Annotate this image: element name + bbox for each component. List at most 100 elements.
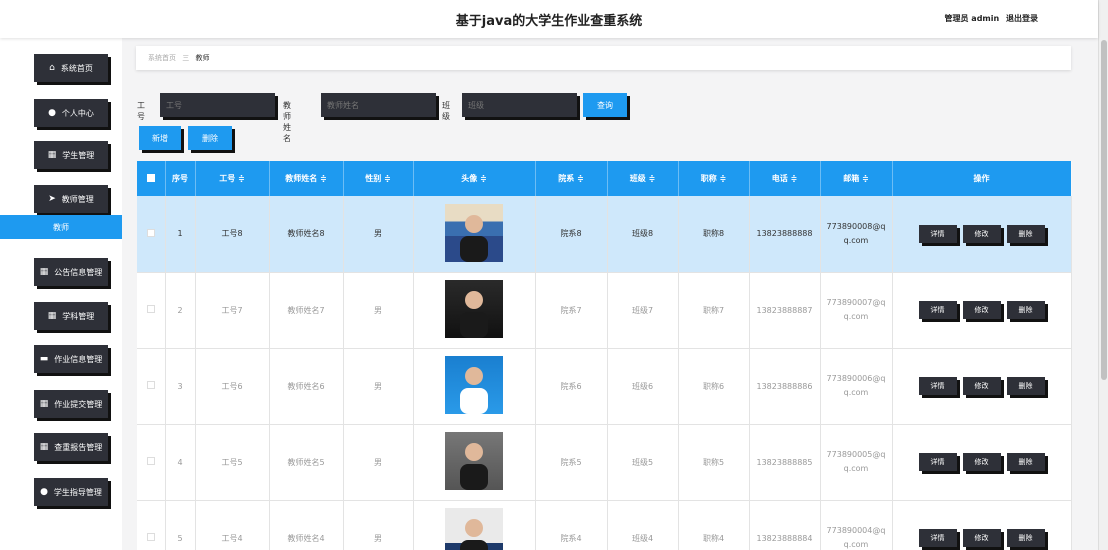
title-cell: 职称4 [678, 500, 750, 550]
delete-button[interactable]: 删除 [1006, 301, 1045, 319]
delete-button[interactable]: 删除 [1006, 453, 1045, 471]
table-row[interactable]: 5 工号4 教师姓名4 男 院系4 班级4 职称4 13823888884 773890004@… [137, 500, 1072, 550]
row-index: 5 [165, 500, 196, 550]
teacher-name-cell: 教师姓名8 [269, 196, 344, 273]
detail-button[interactable]: 详情 [918, 529, 957, 547]
detail-button[interactable]: 详情 [918, 377, 957, 395]
sidebar-item-homework[interactable]: ▬ 作业信息管理 [34, 345, 108, 373]
row-select-cell[interactable] [137, 348, 166, 425]
page-scrollbar[interactable] [1098, 0, 1108, 550]
table-row[interactable]: 2 工号7 教师姓名7 男 院系7 班级7 职称7 13823888887 773890007@… [137, 272, 1072, 349]
grid-icon: ▦ [39, 442, 49, 452]
row-checkbox[interactable] [146, 381, 155, 389]
person-photo-icon [460, 214, 488, 262]
column-header[interactable]: 职称 ≑ [678, 161, 750, 196]
row-select-cell[interactable] [137, 500, 166, 550]
row-select-cell[interactable] [137, 196, 166, 273]
department-cell: 院系4 [535, 500, 608, 550]
row-select-cell[interactable] [137, 424, 166, 501]
delete-button[interactable]: 删除 [1006, 377, 1045, 395]
column-header[interactable]: 工号 ≑ [195, 161, 270, 196]
row-index: 4 [165, 424, 196, 501]
sidebar-item-subjects[interactable]: ▦ 学科管理 [34, 302, 108, 330]
sidebar-item-label: 公告信息管理 [54, 267, 103, 277]
person-photo-icon [460, 367, 488, 414]
avatar-cell [413, 348, 536, 425]
sidebar-subitem-teacher[interactable]: 教师 [0, 215, 122, 239]
monitor-icon: ▬ [39, 354, 49, 364]
column-header[interactable]: 院系 ≑ [535, 161, 608, 196]
edit-button[interactable]: 修改 [962, 453, 1001, 471]
grid-icon: ▦ [39, 399, 49, 409]
column-header: 操作 [892, 161, 1072, 196]
gender-cell: 男 [343, 500, 414, 550]
avatar [445, 356, 503, 414]
row-checkbox[interactable] [146, 533, 155, 541]
class-cell: 班级7 [607, 272, 679, 349]
table-row[interactable]: 3 工号6 教师姓名6 男 院系6 班级6 职称6 13823888886 773890006@… [137, 348, 1072, 425]
row-select-cell[interactable] [137, 272, 166, 349]
phone-cell: 13823888886 [749, 348, 821, 425]
teacher-name-cell: 教师姓名7 [269, 272, 344, 349]
class-input[interactable] [462, 93, 577, 117]
department-cell: 院系7 [535, 272, 608, 349]
title-cell: 职称6 [678, 348, 750, 425]
column-header[interactable]: 性别 ≑ [343, 161, 414, 196]
sidebar-item-guidance[interactable]: ● 学生指导管理 [34, 478, 108, 506]
sidebar-item-label: 作业提交管理 [54, 399, 103, 409]
row-index: 1 [165, 196, 196, 273]
row-checkbox[interactable] [146, 228, 155, 237]
send-icon: ➤ [48, 194, 56, 204]
table-row[interactable]: 1 工号8 教师姓名8 男 院系8 班级8 职称8 13823888888 773890008@… [137, 196, 1072, 273]
gender-cell: 男 [343, 348, 414, 425]
teacher-name-input[interactable] [321, 93, 436, 117]
job-no-cell: 工号7 [195, 272, 270, 349]
detail-button[interactable]: 详情 [918, 453, 957, 471]
add-button[interactable]: 新增 [139, 126, 181, 150]
grid-icon: ▦ [47, 150, 57, 160]
person-photo-icon [460, 443, 488, 490]
column-header[interactable]: 教师姓名 ≑ [269, 161, 344, 196]
edit-button[interactable]: 修改 [962, 377, 1001, 395]
edit-button[interactable]: 修改 [962, 301, 1001, 319]
sidebar-item-reports[interactable]: ▦ 查重报告管理 [34, 433, 108, 461]
row-checkbox[interactable] [146, 305, 155, 313]
sidebar-item-teachers[interactable]: ➤ 教师管理 [34, 185, 108, 213]
edit-button[interactable]: 修改 [962, 529, 1001, 547]
job-no-cell: 工号8 [195, 196, 270, 273]
sidebar: ⌂ 系统首页 ● 个人中心 ▦ 学生管理 ➤ 教师管理 教师 ▦ 公告信息管理 … [0, 38, 122, 550]
detail-button[interactable]: 详情 [918, 301, 957, 319]
teacher-name-label: 教师姓名 [283, 101, 291, 143]
avatar-cell [413, 424, 536, 501]
sidebar-item-home[interactable]: ⌂ 系统首页 [34, 54, 108, 82]
delete-button[interactable]: 删除 [1006, 529, 1045, 547]
logout-link[interactable]: 退出登录 [1006, 14, 1038, 23]
sidebar-item-submissions[interactable]: ▦ 作业提交管理 [34, 390, 108, 418]
sidebar-item-students[interactable]: ▦ 学生管理 [34, 141, 108, 169]
job-no-input[interactable] [160, 93, 275, 117]
sidebar-item-notices[interactable]: ▦ 公告信息管理 [34, 258, 108, 286]
column-header[interactable]: 邮箱 ≑ [820, 161, 893, 196]
column-header[interactable]: 头像 ≑ [413, 161, 536, 196]
select-all-checkbox[interactable] [146, 173, 155, 182]
edit-button[interactable]: 修改 [962, 224, 1001, 243]
delete-button[interactable]: 删除 [1006, 224, 1045, 243]
sidebar-item-profile[interactable]: ● 个人中心 [34, 99, 108, 127]
operations-cell: 详情 修改 删除 [892, 272, 1072, 349]
detail-button[interactable]: 详情 [918, 224, 957, 243]
title-cell: 职称5 [678, 424, 750, 501]
row-checkbox[interactable] [146, 457, 155, 465]
select-all-cell[interactable] [137, 161, 166, 196]
scrollbar-thumb[interactable] [1101, 40, 1107, 380]
batch-delete-button[interactable]: 删除 [188, 126, 232, 150]
breadcrumb-home[interactable]: 系统首页 [148, 54, 176, 62]
table-row[interactable]: 4 工号5 教师姓名5 男 院系5 班级5 职称5 13823888885 773890005@… [137, 424, 1072, 501]
teacher-name-cell: 教师姓名6 [269, 348, 344, 425]
query-button[interactable]: 查询 [583, 93, 627, 117]
table-body: 1 工号8 教师姓名8 男院系8 班级8 职称8 13823888888 773890008@… [137, 196, 1072, 550]
breadcrumb-separator: 三 [182, 54, 190, 62]
avatar-cell [413, 500, 536, 550]
column-header[interactable]: 电话 ≑ [749, 161, 821, 196]
column-header[interactable]: 班级 ≑ [607, 161, 679, 196]
avatar [445, 280, 503, 338]
